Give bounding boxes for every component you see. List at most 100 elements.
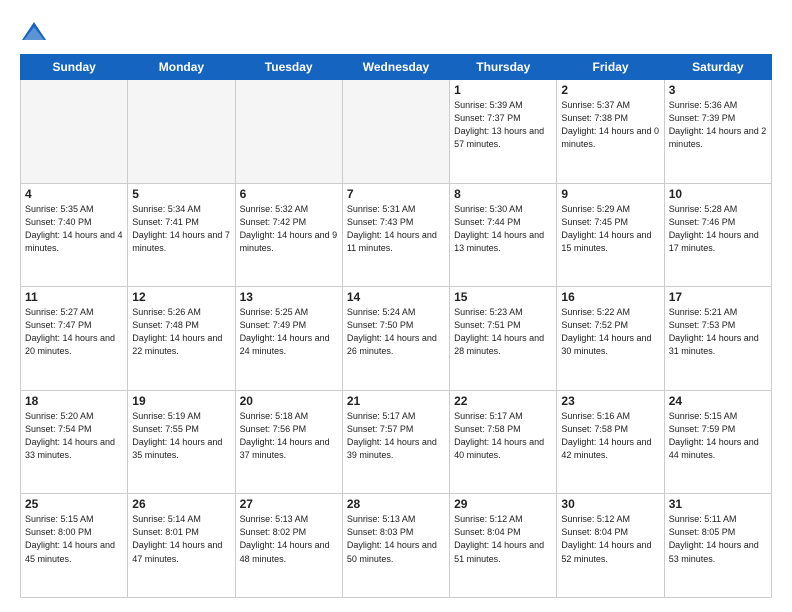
cell-info: Sunrise: 5:13 AM Sunset: 8:02 PM Dayligh… [240, 513, 338, 565]
calendar-cell: 3 Sunrise: 5:36 AM Sunset: 7:39 PM Daylig… [664, 80, 771, 184]
weekday-header-sunday: Sunday [21, 55, 128, 80]
calendar-cell: 31 Sunrise: 5:11 AM Sunset: 8:05 PM Dayli… [664, 494, 771, 598]
calendar-cell: 1 Sunrise: 5:39 AM Sunset: 7:37 PM Daylig… [450, 80, 557, 184]
calendar-cell: 6 Sunrise: 5:32 AM Sunset: 7:42 PM Daylig… [235, 183, 342, 287]
day-number: 17 [669, 290, 767, 304]
calendar-cell: 2Sunrise: 5:37 AM Sunset: 7:38 PM Daylig… [557, 80, 664, 184]
cell-info: Sunrise: 5:32 AM Sunset: 7:42 PM Dayligh… [240, 203, 338, 255]
calendar-cell: 18 Sunrise: 5:20 AM Sunset: 7:54 PM Dayli… [21, 390, 128, 494]
cell-info: Sunrise: 5:28 AM Sunset: 7:46 PM Dayligh… [669, 203, 767, 255]
calendar-table: SundayMondayTuesdayWednesdayThursdayFrid… [20, 54, 772, 598]
weekday-header-saturday: Saturday [664, 55, 771, 80]
header [20, 18, 772, 46]
cell-info: Sunrise: 5:20 AM Sunset: 7:54 PM Dayligh… [25, 410, 123, 462]
day-number: 8 [454, 187, 552, 201]
cell-info: Sunrise: 5:36 AM Sunset: 7:39 PM Dayligh… [669, 99, 767, 151]
day-number: 24 [669, 394, 767, 408]
day-number: 13 [240, 290, 338, 304]
cell-info: Sunrise: 5:18 AM Sunset: 7:56 PM Dayligh… [240, 410, 338, 462]
cell-info: Sunrise: 5:25 AM Sunset: 7:49 PM Dayligh… [240, 306, 338, 358]
day-number: 4 [25, 187, 123, 201]
calendar-cell: 29 Sunrise: 5:12 AM Sunset: 8:04 PM Dayli… [450, 494, 557, 598]
cell-info: Sunrise: 5:39 AM Sunset: 7:37 PM Dayligh… [454, 99, 552, 151]
weekday-header-row: SundayMondayTuesdayWednesdayThursdayFrid… [21, 55, 772, 80]
day-number: 19 [132, 394, 230, 408]
calendar-cell: 27Sunrise: 5:13 AM Sunset: 8:02 PM Dayli… [235, 494, 342, 598]
calendar-cell: 14Sunrise: 5:24 AM Sunset: 7:50 PM Dayli… [342, 287, 449, 391]
calendar-cell: 28 Sunrise: 5:13 AM Sunset: 8:03 PM Dayli… [342, 494, 449, 598]
day-number: 21 [347, 394, 445, 408]
week-row-2: 11Sunrise: 5:27 AM Sunset: 7:47 PM Dayli… [21, 287, 772, 391]
calendar-cell: 26Sunrise: 5:14 AM Sunset: 8:01 PM Dayli… [128, 494, 235, 598]
calendar-cell: 13 Sunrise: 5:25 AM Sunset: 7:49 PM Dayli… [235, 287, 342, 391]
cell-info: Sunrise: 5:26 AM Sunset: 7:48 PM Dayligh… [132, 306, 230, 358]
cell-info: Sunrise: 5:27 AM Sunset: 7:47 PM Dayligh… [25, 306, 123, 358]
day-number: 25 [25, 497, 123, 511]
day-number: 16 [561, 290, 659, 304]
day-number: 7 [347, 187, 445, 201]
day-number: 20 [240, 394, 338, 408]
day-number: 18 [25, 394, 123, 408]
day-number: 30 [561, 497, 659, 511]
day-number: 28 [347, 497, 445, 511]
calendar-cell: 9 Sunrise: 5:29 AM Sunset: 7:45 PM Daylig… [557, 183, 664, 287]
calendar-cell: 10 Sunrise: 5:28 AM Sunset: 7:46 PM Dayli… [664, 183, 771, 287]
calendar-cell: 23 Sunrise: 5:16 AM Sunset: 7:58 PM Dayli… [557, 390, 664, 494]
calendar-cell [235, 80, 342, 184]
day-number: 5 [132, 187, 230, 201]
calendar-cell [128, 80, 235, 184]
calendar-cell: 24 Sunrise: 5:15 AM Sunset: 7:59 PM Dayli… [664, 390, 771, 494]
day-number: 23 [561, 394, 659, 408]
cell-info: Sunrise: 5:23 AM Sunset: 7:51 PM Dayligh… [454, 306, 552, 358]
cell-info: Sunrise: 5:35 AM Sunset: 7:40 PM Dayligh… [25, 203, 123, 255]
cell-info: Sunrise: 5:13 AM Sunset: 8:03 PM Dayligh… [347, 513, 445, 565]
cell-info: Sunrise: 5:17 AM Sunset: 7:57 PM Dayligh… [347, 410, 445, 462]
calendar-cell: 22Sunrise: 5:17 AM Sunset: 7:58 PM Dayli… [450, 390, 557, 494]
calendar-cell: 16 Sunrise: 5:22 AM Sunset: 7:52 PM Dayli… [557, 287, 664, 391]
calendar-cell: 5Sunrise: 5:34 AM Sunset: 7:41 PM Daylig… [128, 183, 235, 287]
calendar-cell: 21 Sunrise: 5:17 AM Sunset: 7:57 PM Dayli… [342, 390, 449, 494]
calendar-cell [342, 80, 449, 184]
week-row-4: 25 Sunrise: 5:15 AM Sunset: 8:00 PM Dayli… [21, 494, 772, 598]
day-number: 3 [669, 83, 767, 97]
page: SundayMondayTuesdayWednesdayThursdayFrid… [0, 0, 792, 612]
calendar-cell: 17 Sunrise: 5:21 AM Sunset: 7:53 PM Dayli… [664, 287, 771, 391]
cell-info: Sunrise: 5:17 AM Sunset: 7:58 PM Dayligh… [454, 410, 552, 462]
day-number: 14 [347, 290, 445, 304]
cell-info: Sunrise: 5:19 AM Sunset: 7:55 PM Dayligh… [132, 410, 230, 462]
cell-info: Sunrise: 5:22 AM Sunset: 7:52 PM Dayligh… [561, 306, 659, 358]
calendar-cell: 20 Sunrise: 5:18 AM Sunset: 7:56 PM Dayli… [235, 390, 342, 494]
cell-info: Sunrise: 5:15 AM Sunset: 8:00 PM Dayligh… [25, 513, 123, 565]
calendar-cell: 30Sunrise: 5:12 AM Sunset: 8:04 PM Dayli… [557, 494, 664, 598]
day-number: 2 [561, 83, 659, 97]
calendar-cell: 19 Sunrise: 5:19 AM Sunset: 7:55 PM Dayli… [128, 390, 235, 494]
day-number: 15 [454, 290, 552, 304]
cell-info: Sunrise: 5:16 AM Sunset: 7:58 PM Dayligh… [561, 410, 659, 462]
weekday-header-tuesday: Tuesday [235, 55, 342, 80]
cell-info: Sunrise: 5:30 AM Sunset: 7:44 PM Dayligh… [454, 203, 552, 255]
calendar-cell: 11Sunrise: 5:27 AM Sunset: 7:47 PM Dayli… [21, 287, 128, 391]
calendar-cell: 25 Sunrise: 5:15 AM Sunset: 8:00 PM Dayli… [21, 494, 128, 598]
logo-icon [20, 18, 48, 46]
day-number: 1 [454, 83, 552, 97]
week-row-3: 18 Sunrise: 5:20 AM Sunset: 7:54 PM Dayli… [21, 390, 772, 494]
day-number: 26 [132, 497, 230, 511]
calendar-cell [21, 80, 128, 184]
logo [20, 18, 52, 46]
calendar-cell: 12 Sunrise: 5:26 AM Sunset: 7:48 PM Dayli… [128, 287, 235, 391]
calendar-cell: 7Sunrise: 5:31 AM Sunset: 7:43 PM Daylig… [342, 183, 449, 287]
calendar-cell: 15 Sunrise: 5:23 AM Sunset: 7:51 PM Dayli… [450, 287, 557, 391]
cell-info: Sunrise: 5:12 AM Sunset: 8:04 PM Dayligh… [454, 513, 552, 565]
cell-info: Sunrise: 5:15 AM Sunset: 7:59 PM Dayligh… [669, 410, 767, 462]
cell-info: Sunrise: 5:11 AM Sunset: 8:05 PM Dayligh… [669, 513, 767, 565]
day-number: 29 [454, 497, 552, 511]
cell-info: Sunrise: 5:29 AM Sunset: 7:45 PM Dayligh… [561, 203, 659, 255]
weekday-header-wednesday: Wednesday [342, 55, 449, 80]
cell-info: Sunrise: 5:21 AM Sunset: 7:53 PM Dayligh… [669, 306, 767, 358]
day-number: 31 [669, 497, 767, 511]
day-number: 12 [132, 290, 230, 304]
weekday-header-thursday: Thursday [450, 55, 557, 80]
day-number: 10 [669, 187, 767, 201]
day-number: 9 [561, 187, 659, 201]
day-number: 6 [240, 187, 338, 201]
